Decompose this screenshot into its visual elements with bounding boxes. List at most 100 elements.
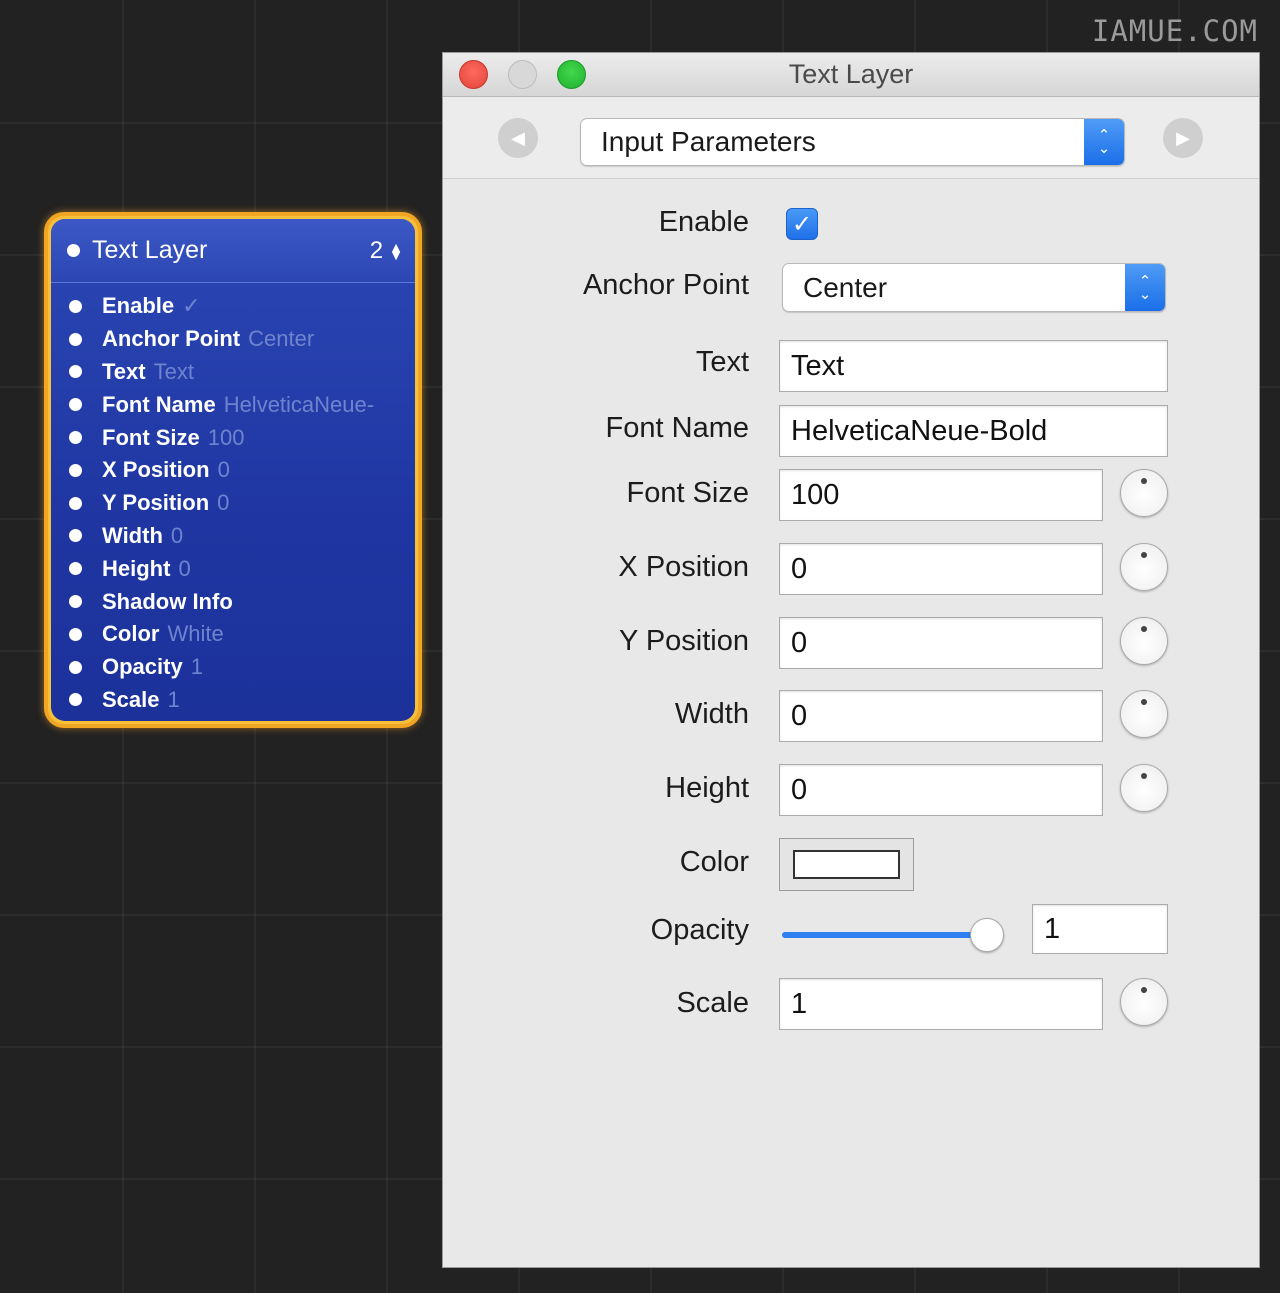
font-size-label: Font Size [626,477,750,509]
port-name: Font Size [102,424,200,450]
port-value: ✓ [182,293,201,319]
port-name: Font Name [102,391,216,417]
next-pane-button[interactable]: ▶ [1163,118,1203,158]
port-value: White [167,621,224,647]
node-body: Text Layer 2 ▲ ▼ Enable ✓ Anchor Point Cent… [51,219,415,721]
height-field[interactable]: 0 [779,764,1103,816]
port-value: 0 [178,555,191,581]
scale-label: Scale [676,987,749,1019]
port-name: Text [102,358,146,384]
port-value: Center [248,326,315,352]
opacity-slider-track[interactable] [782,932,988,938]
color-well[interactable] [779,838,914,891]
scale-knob[interactable] [1120,978,1168,1026]
height-label: Height [665,772,749,804]
node-port-y-position[interactable]: Y Position 0 [51,487,415,520]
node-title: Text Layer [92,236,208,264]
font-name-label: Font Name [605,412,749,444]
port-dot-icon[interactable] [69,562,82,576]
enable-label: Enable [658,206,749,238]
width-field[interactable]: 0 [779,690,1103,742]
port-dot-icon[interactable] [69,299,82,313]
color-swatch [793,850,900,879]
text-label: Text [695,346,749,378]
height-knob[interactable] [1120,764,1168,812]
port-dot-icon[interactable] [69,463,82,477]
chevron-right-icon: ▶ [1176,127,1190,148]
x-position-field[interactable]: 0 [779,543,1103,595]
text-layer-node[interactable]: Text Layer 2 ▲ ▼ Enable ✓ Anchor Point Cent… [44,212,422,728]
opacity-slider-fill [782,932,978,938]
node-port-font-size[interactable]: Font Size 100 [51,421,415,454]
node-port-shadow-info[interactable]: Shadow Info [51,585,415,618]
port-dot-icon[interactable] [69,693,82,707]
y-position-field[interactable]: 0 [779,617,1103,669]
node-port-text[interactable]: Text Text [51,356,415,389]
port-value: 0 [170,522,184,548]
inspector-window: Text Layer ◀ Input Parameters ⌃ ⌄ ▶ Enabl… [442,52,1260,1268]
x-position-label: X Position [618,551,749,583]
port-value: 1 [190,654,203,680]
up-down-arrows-icon[interactable]: ▲ ▼ [389,240,403,262]
node-port-enable[interactable]: Enable ✓ [51,290,415,323]
up-down-arrows-icon: ⌃ ⌄ [1125,264,1165,311]
opacity-slider-thumb[interactable] [970,918,1004,952]
port-name: X Position [102,457,210,483]
port-name: Shadow Info [102,588,233,614]
node-port-height[interactable]: Height 0 [51,552,415,585]
watermark: IAMUE.COM [1091,14,1258,48]
port-value: 0 [217,490,230,516]
node-port-width[interactable]: Width 0 [51,520,415,553]
up-down-arrows-icon: ⌃ ⌄ [1084,119,1124,165]
port-name: Height [102,555,171,581]
port-dot-icon[interactable] [69,496,82,510]
font-size-knob[interactable] [1120,469,1168,517]
port-name: Width [102,522,163,548]
port-dot-icon[interactable] [69,332,82,346]
node-header[interactable]: Text Layer 2 ▲ ▼ [51,219,415,283]
node-port-color[interactable]: Color White [51,618,415,651]
checkmark-icon: ✓ [791,210,813,238]
port-dot-icon[interactable] [69,365,82,379]
port-dot-icon[interactable] [69,627,82,641]
node-port-x-position[interactable]: X Position 0 [51,454,415,487]
port-value: Text [153,358,194,384]
font-size-field[interactable]: 100 [779,469,1103,521]
port-dot-icon[interactable] [69,595,82,609]
x-position-knob[interactable] [1120,543,1168,591]
node-instance-count: 2 [369,236,384,264]
pane-select[interactable]: Input Parameters ⌃ ⌄ [580,118,1125,166]
parameters-form: Enable ✓ Anchor Point Center ⌃ ⌄ Text Tex… [443,53,1259,1267]
node-port-opacity[interactable]: Opacity 1 [51,651,415,684]
text-field[interactable]: Text [779,340,1168,392]
node-port-anchor-point[interactable]: Anchor Point Center [51,323,415,356]
anchor-point-label: Anchor Point [582,269,749,301]
port-name: Opacity [102,654,183,680]
title-bar[interactable]: Text Layer [443,53,1259,97]
opacity-field[interactable]: 1 [1032,904,1168,954]
port-name: Scale [102,686,160,712]
port-value: 1 [167,686,180,712]
chevron-left-icon: ◀ [511,127,525,148]
node-port-font-name[interactable]: Font Name HelveticaNeue- [51,388,415,421]
previous-pane-button[interactable]: ◀ [498,118,538,158]
scale-field[interactable]: 1 [779,978,1103,1030]
y-position-knob[interactable] [1120,617,1168,665]
port-name: Y Position [102,490,210,516]
anchor-point-select[interactable]: Center ⌃ ⌄ [782,263,1166,312]
port-value: 100 [207,424,245,450]
font-name-field[interactable]: HelveticaNeue-Bold [779,405,1168,457]
width-knob[interactable] [1120,690,1168,738]
port-name: Enable [102,293,175,319]
port-value: 0 [217,457,230,483]
node-port-scale[interactable]: Scale 1 [51,684,415,717]
opacity-label: Opacity [650,914,749,946]
node-output-port-icon[interactable] [67,244,80,257]
port-dot-icon[interactable] [69,431,82,445]
port-name: Color [102,621,160,647]
enable-checkbox[interactable]: ✓ [786,208,818,240]
port-dot-icon[interactable] [69,660,82,674]
node-port-list: Enable ✓ Anchor Point Center Text Text Font… [51,283,415,716]
port-dot-icon[interactable] [69,398,82,412]
port-dot-icon[interactable] [69,529,82,543]
